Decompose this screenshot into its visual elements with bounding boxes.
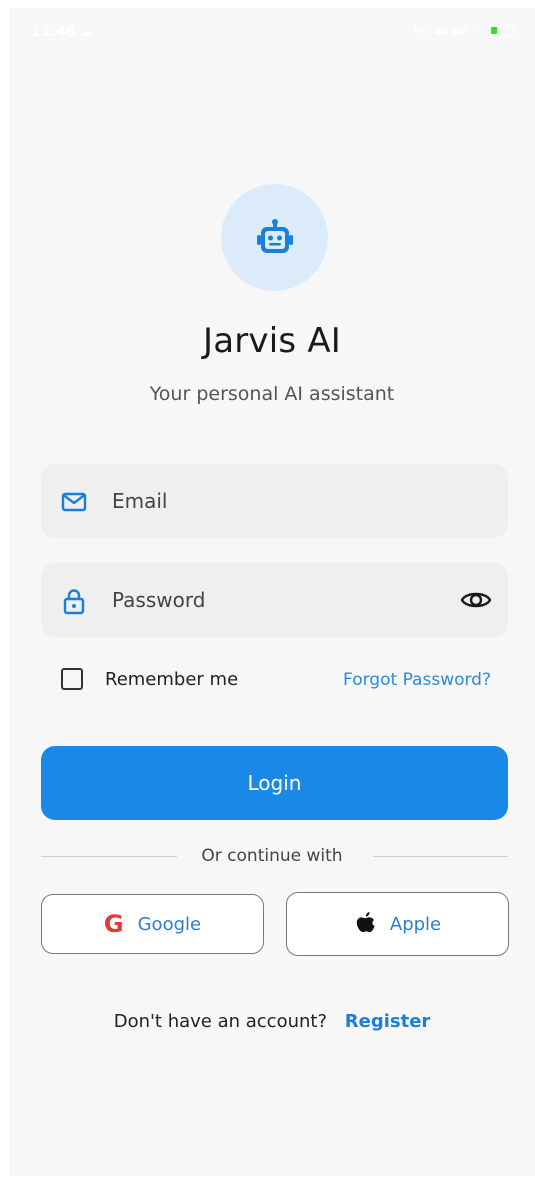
robot-icon [256,218,293,253]
google-button[interactable]: G Google [41,894,264,954]
password-field[interactable] [41,563,508,637]
network-indicators: HD ■■ ■■ [413,24,467,38]
status-bar: 11:46 ☁ HD ■■ ■■ ≈ [9,8,535,56]
remember-label: Remember me [105,668,239,690]
mail-icon [61,492,87,512]
remember-me[interactable]: Remember me [61,668,238,690]
status-indicators: HD ■■ ■■ ≈ [413,24,515,38]
wifi-icon: ≈ [474,24,481,38]
cloud-icon: ☁ [79,24,92,39]
apple-icon [354,911,376,937]
email-input[interactable] [112,464,442,538]
status-time: 11:46 [31,24,76,40]
google-label: Google [137,913,202,935]
register-row: Don't have an account? Register [9,1011,535,1032]
remember-checkbox[interactable] [61,668,83,690]
register-link[interactable]: Register [345,1011,431,1032]
forgot-password-link[interactable]: Forgot Password? [343,670,491,690]
divider-line-right [373,856,508,857]
app-title: Jarvis AI [202,321,342,361]
register-prompt: Don't have an account? [113,1011,328,1032]
app-logo [221,184,328,291]
apple-label: Apple [389,913,442,935]
google-icon: G [103,910,124,938]
app-subtitle: Your personal AI assistant [149,383,395,405]
battery-level [491,27,497,34]
password-input[interactable] [112,563,442,637]
battery-icon [489,25,515,37]
eye-icon[interactable] [460,587,492,613]
apple-button[interactable]: Apple [286,892,509,956]
lock-icon [63,589,85,615]
login-button[interactable]: Login [41,746,508,820]
login-screen: 11:46 ☁ HD ■■ ■■ ≈ Jarvis AI Your person… [9,8,535,1176]
email-field[interactable] [41,464,508,538]
